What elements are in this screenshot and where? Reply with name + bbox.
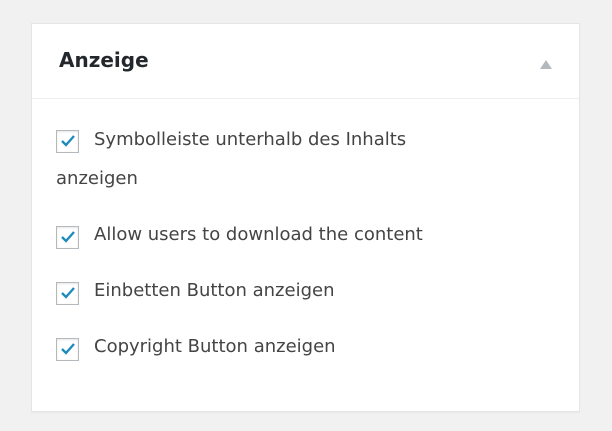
panel-title: Anzeige xyxy=(59,48,149,72)
option-label: Allow users to download the content xyxy=(94,224,423,245)
checkmark-icon xyxy=(61,135,75,147)
triangle-up-icon[interactable] xyxy=(539,55,553,69)
option-allow-download[interactable]: Allow users to download the content xyxy=(56,216,569,254)
display-settings-panel: Anzeige Symbolleiste unterhalb des Inhal… xyxy=(31,23,580,412)
download-checkbox[interactable] xyxy=(56,226,79,249)
option-embed-button[interactable]: Einbetten Button anzeigen xyxy=(56,272,569,310)
checkmark-icon xyxy=(61,343,75,355)
embed-checkbox[interactable] xyxy=(56,282,79,305)
options-list: Symbolleiste unterhalb des Inhalts anzei… xyxy=(56,120,569,366)
option-label-continued: anzeigen xyxy=(56,168,138,189)
option-copyright-button[interactable]: Copyright Button anzeigen xyxy=(56,328,569,366)
checkmark-icon xyxy=(61,231,75,243)
option-toolbar-below-content[interactable]: Symbolleiste unterhalb des Inhalts anzei… xyxy=(56,120,569,198)
option-label: Symbolleiste unterhalb des Inhalts xyxy=(94,129,407,150)
option-label: Copyright Button anzeigen xyxy=(94,336,336,357)
toolbar-checkbox[interactable] xyxy=(56,130,79,153)
checkmark-icon xyxy=(61,287,75,299)
option-label: Einbetten Button anzeigen xyxy=(94,280,335,301)
panel-header: Anzeige xyxy=(32,24,579,99)
copyright-checkbox[interactable] xyxy=(56,338,79,361)
